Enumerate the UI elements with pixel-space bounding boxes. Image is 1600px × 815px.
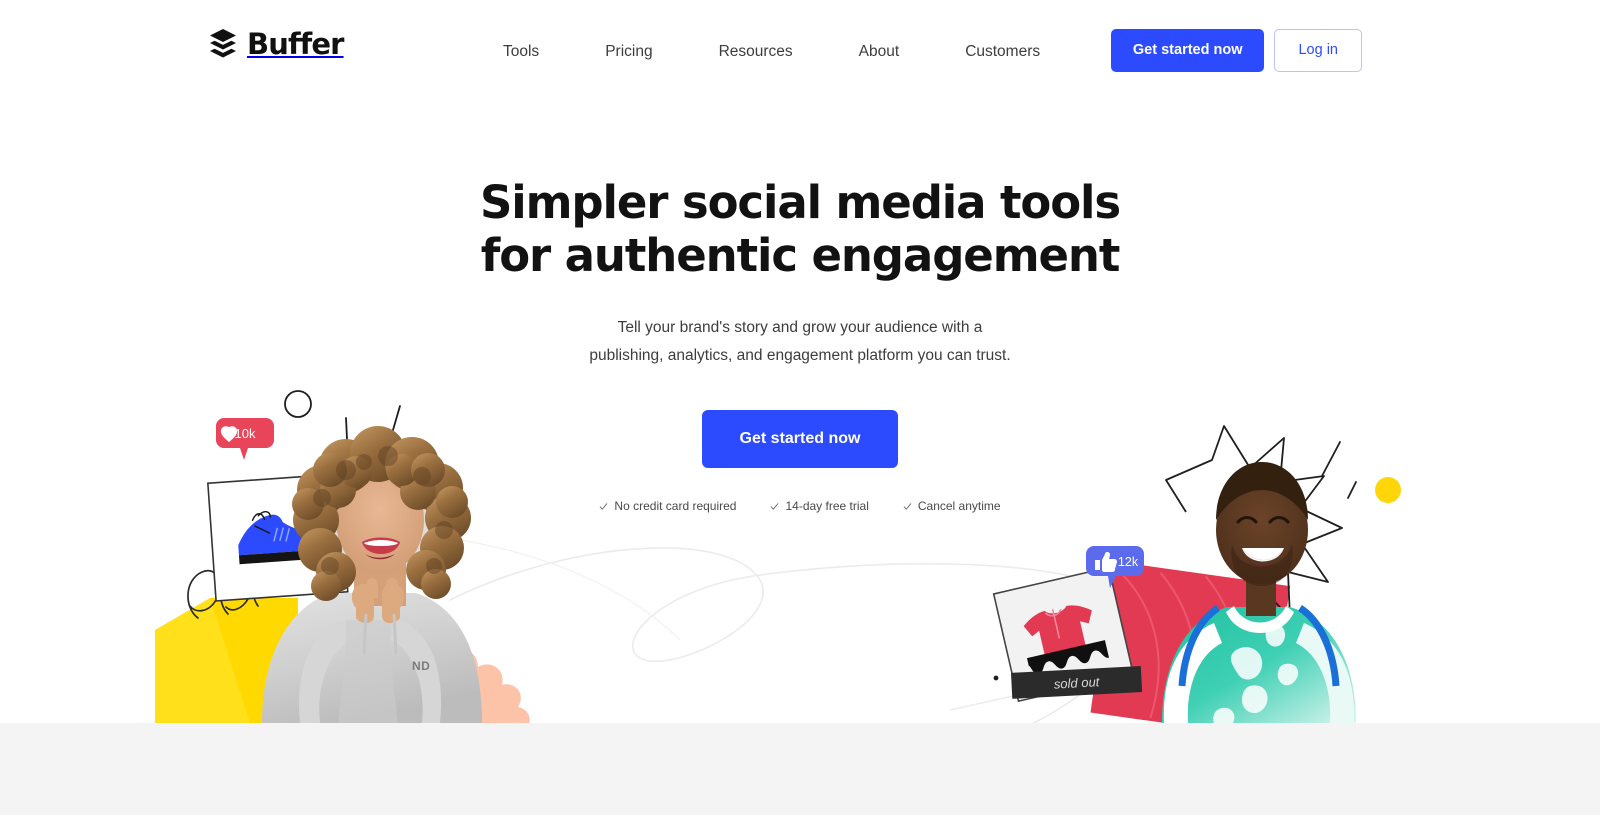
hero-subtitle: Tell your brand's story and grow your au… — [0, 314, 1600, 370]
svg-text:12k: 12k — [1118, 555, 1139, 569]
hero-section: 10k ND sold out 12k Simpler social media… — [0, 0, 1600, 723]
svg-text:sold out: sold out — [1053, 674, 1101, 691]
nav-item-resources[interactable]: Resources — [686, 36, 826, 68]
check-icon — [599, 502, 608, 510]
trust-badges-row: No credit card required 14-day free tria… — [0, 499, 1600, 513]
hero-subtitle-line-1: Tell your brand's story and grow your au… — [617, 319, 983, 336]
nav-item-pricing[interactable]: Pricing — [572, 36, 685, 68]
header-get-started-button[interactable]: Get started now — [1110, 29, 1265, 72]
check-icon — [771, 502, 779, 510]
trust-item-free-trial: 14-day free trial — [770, 499, 869, 513]
hero-subtitle-line-2: publishing, analytics, and engagement pl… — [589, 347, 1011, 364]
page-title: Simpler social media tools for authentic… — [0, 176, 1600, 282]
hero-title-line-1: Simpler social media tools — [479, 176, 1121, 229]
nav-item-customers[interactable]: Customers — [932, 36, 1073, 68]
nav-item-about[interactable]: About — [826, 36, 933, 68]
hero-copy-block: Simpler social media tools for authentic… — [0, 176, 1600, 513]
trust-item-cancel-anytime: Cancel anytime — [903, 499, 1001, 513]
header-login-button[interactable]: Log in — [1274, 29, 1362, 72]
brand-name: Buffer — [247, 26, 344, 61]
trust-item-label: Cancel anytime — [917, 499, 1001, 513]
site-header: Buffer Tools Pricing Resources About Cus… — [0, 0, 1600, 96]
hero-title-line-2: for authentic engagement — [480, 229, 1121, 282]
main-navigation: Tools Pricing Resources About Customers — [470, 36, 1073, 68]
dot-decoration — [993, 675, 999, 681]
trust-item-label: No credit card required — [614, 499, 737, 513]
buffer-stacked-layers-icon — [210, 29, 236, 58]
next-section-band — [0, 723, 1600, 815]
check-icon — [903, 502, 912, 510]
trust-item-label: 14-day free trial — [785, 499, 869, 513]
trust-item-no-credit-card: No credit card required — [599, 499, 736, 513]
buffer-landing-page: 10k ND sold out 12k Simpler social media… — [0, 0, 1600, 815]
buffer-logo[interactable]: Buffer — [208, 28, 344, 60]
nav-item-tools[interactable]: Tools — [470, 36, 572, 68]
hero-get-started-button[interactable]: Get started now — [701, 410, 899, 468]
header-actions: Get started now Log in — [1110, 29, 1362, 72]
hero-cta-wrapper: Get started now — [0, 410, 1600, 468]
svg-text:ND: ND — [412, 659, 430, 673]
